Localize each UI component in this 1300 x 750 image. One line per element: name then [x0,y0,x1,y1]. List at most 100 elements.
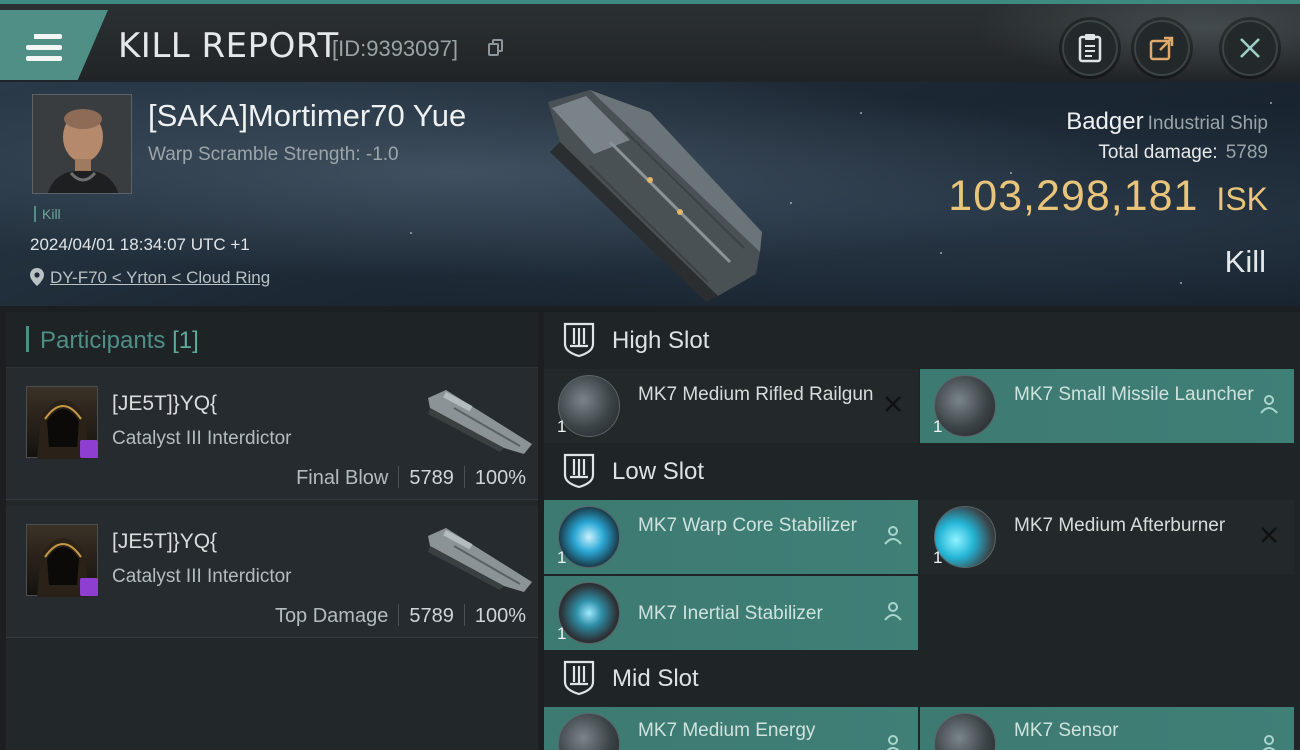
participant-row[interactable]: [JE5T]}YQ{ Catalyst III Interdictor Fina… [6,368,538,500]
module-item[interactable]: MK7 Medium Energy [544,707,918,750]
victim-ship-line: Badger Industrial Ship [1066,108,1268,136]
participant-row[interactable]: [JE5T]}YQ{ Catalyst III Interdictor Top … [6,506,538,638]
accent-bar [26,326,29,352]
high-slot-header: High Slot [544,312,1300,370]
isk-unit: ISK [1216,181,1268,217]
module-item[interactable]: 1 MK7 Small Missile Launcher [920,369,1294,443]
mid-slot-icon [563,660,595,696]
mid-slot-header: Mid Slot [544,650,1300,708]
module-item[interactable]: 1 MK7 Medium Afterburner [920,500,1294,574]
destroyed-icon [1261,527,1277,543]
attacker-name[interactable]: [JE5T]}YQ{ [112,530,217,554]
person-icon [884,526,902,545]
high-slot-icon [563,322,595,358]
warp-scramble-strength: Warp Scramble Strength: -1.0 [148,144,399,165]
attacker-damage: 5789 [409,605,454,627]
participants-count: [1] [172,327,199,354]
victim-banner: [SAKA]Mortimer70 Yue Warp Scramble Stren… [0,82,1300,306]
person-icon [886,735,900,750]
result-label: Kill [1224,244,1266,279]
inertial-stabilizer-icon [558,582,620,644]
module-quantity: 1 [933,417,943,436]
energy-module-icon [558,713,620,750]
participants-header: Participants [1] [6,312,538,368]
warp-core-stabilizer-icon [558,506,620,568]
attacker-stats: Top Damage 5789 100% [275,604,526,628]
attacker-ship: Catalyst III Interdictor [112,428,292,449]
sensor-module-icon [934,713,996,750]
participants-title: Participants [1] [40,327,199,355]
clipboard-icon [1078,34,1102,63]
module-quantity: 1 [557,417,567,436]
isk-value: 103,298,181 [948,172,1199,220]
menu-button[interactable] [0,10,108,80]
person-icon [1260,395,1278,414]
participants-label: Participants [40,327,166,354]
total-damage-label: Total damage: [1098,142,1218,163]
attacker-ship-image [428,390,532,454]
attacker-avatar[interactable] [26,524,98,597]
participants-panel: Participants [1] [JE5T]}YQ{ Catalyst III… [6,312,538,750]
victim-ship-class: Industrial Ship [1147,113,1268,134]
module-item[interactable]: 1 MK7 Warp Core Stabilizer [544,500,918,574]
low-slot-label: Low Slot [612,458,705,485]
corp-badge-icon [80,440,98,458]
module-name: MK7 Small Missile Launcher [1014,384,1254,405]
mid-slot-label: Mid Slot [612,665,699,692]
share-button[interactable] [1134,20,1190,76]
person-icon [884,602,902,621]
low-slot-header: Low Slot [544,443,1300,501]
total-damage-value: 5789 [1225,142,1268,163]
module-name: MK7 Medium Energy [638,720,816,741]
afterburner-icon [934,506,996,568]
victim-ship-name[interactable]: Badger [1066,108,1143,135]
module-name: MK7 Medium Afterburner [1014,515,1226,536]
attacker-stats: Final Blow 5789 100% [296,466,526,490]
page-title: KILL REPORT [118,26,339,66]
kill-tag: Kill [34,206,61,222]
kill-location[interactable]: DY-F70 < Yrton < Cloud Ring [30,268,270,288]
module-quantity: 1 [557,624,567,643]
location-link[interactable]: DY-F70 < Yrton < Cloud Ring [50,268,270,287]
module-quantity: 1 [557,548,567,567]
total-damage: Total damage: 5789 [1098,142,1268,164]
clipboard-button[interactable] [1062,20,1118,76]
copy-icon[interactable] [488,39,504,57]
victim-name[interactable]: [SAKA]Mortimer70 Yue [148,98,466,134]
report-id: [ID:9393097] [332,36,458,61]
corp-badge-icon [80,578,98,596]
module-name: MK7 Medium Rifled Railgun [638,384,874,405]
location-pin-icon [30,268,44,286]
fitting-panel: High Slot 1 MK7 Medium Rifled Railgun 1 … [544,312,1300,750]
close-icon [1240,38,1260,58]
destroyed-icon [885,396,901,412]
victim-avatar[interactable] [32,94,132,194]
module-name: MK7 Inertial Stabilizer [638,603,823,624]
attacker-avatar[interactable] [26,386,98,459]
module-name: MK7 Sensor [1014,720,1119,741]
attacker-role: Top Damage [274,605,389,627]
person-icon [1262,735,1276,750]
title-bar: KILL REPORT [ID:9393097] [0,0,1300,82]
attacker-percent: 100% [474,605,526,627]
module-item[interactable]: 1 MK7 Inertial Stabilizer [544,576,918,650]
attacker-role: Final Blow [296,467,389,489]
module-quantity: 1 [933,548,943,567]
menu-icon [26,34,62,64]
victim-portrait-image [33,95,131,193]
attacker-ship: Catalyst III Interdictor [112,566,292,587]
victim-ship-image [548,90,762,302]
attacker-name[interactable]: [JE5T]}YQ{ [112,392,217,416]
missile-launcher-icon [934,375,996,437]
close-button[interactable] [1222,20,1278,76]
module-item[interactable]: 1 MK7 Medium Rifled Railgun [544,369,918,443]
attacker-percent: 100% [474,467,526,489]
module-item[interactable]: MK7 Sensor [920,707,1294,750]
isk-value-line: 103,298,181 ISK [948,172,1268,221]
low-slot-icon [563,453,595,489]
attacker-damage: 5789 [409,467,454,489]
high-slot-label: High Slot [612,327,710,354]
railgun-icon [558,375,620,437]
share-icon [1149,36,1174,61]
attacker-ship-image [428,528,532,592]
